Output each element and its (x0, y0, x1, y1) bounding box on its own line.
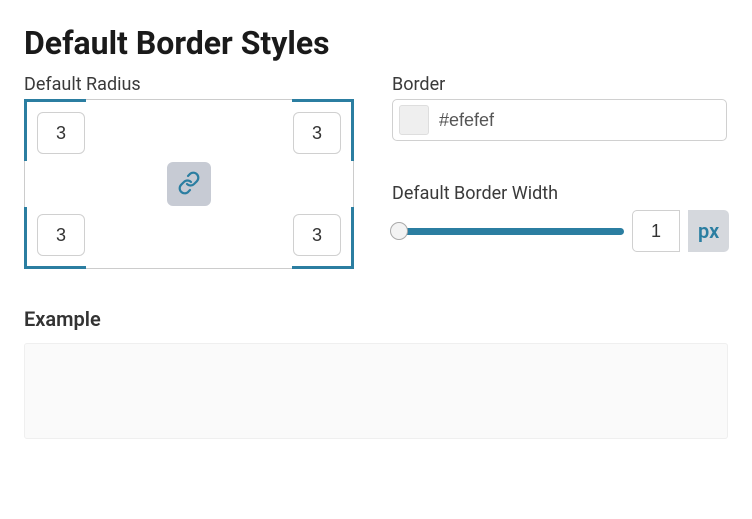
slider-track (392, 228, 624, 235)
border-width-label: Default Border Width (392, 183, 729, 204)
border-color-label: Border (392, 74, 729, 95)
border-width-slider[interactable] (392, 221, 624, 241)
page-title: Default Border Styles (24, 24, 728, 62)
example-title: Example (24, 307, 728, 331)
radius-label: Default Radius (24, 74, 354, 95)
link-icon (177, 171, 201, 198)
border-color-input[interactable] (429, 110, 726, 131)
radius-input-tr[interactable] (293, 112, 341, 154)
slider-thumb[interactable] (390, 222, 408, 240)
border-width-unit[interactable]: px (688, 210, 729, 252)
example-preview (24, 343, 728, 439)
link-corners-button[interactable] (167, 162, 211, 206)
border-width-input[interactable] (632, 210, 680, 252)
radius-input-br[interactable] (293, 214, 341, 256)
border-color-swatch[interactable] (399, 105, 429, 135)
radius-control (24, 99, 354, 269)
border-color-field (392, 99, 727, 141)
radius-input-tl[interactable] (37, 112, 85, 154)
radius-input-bl[interactable] (37, 214, 85, 256)
